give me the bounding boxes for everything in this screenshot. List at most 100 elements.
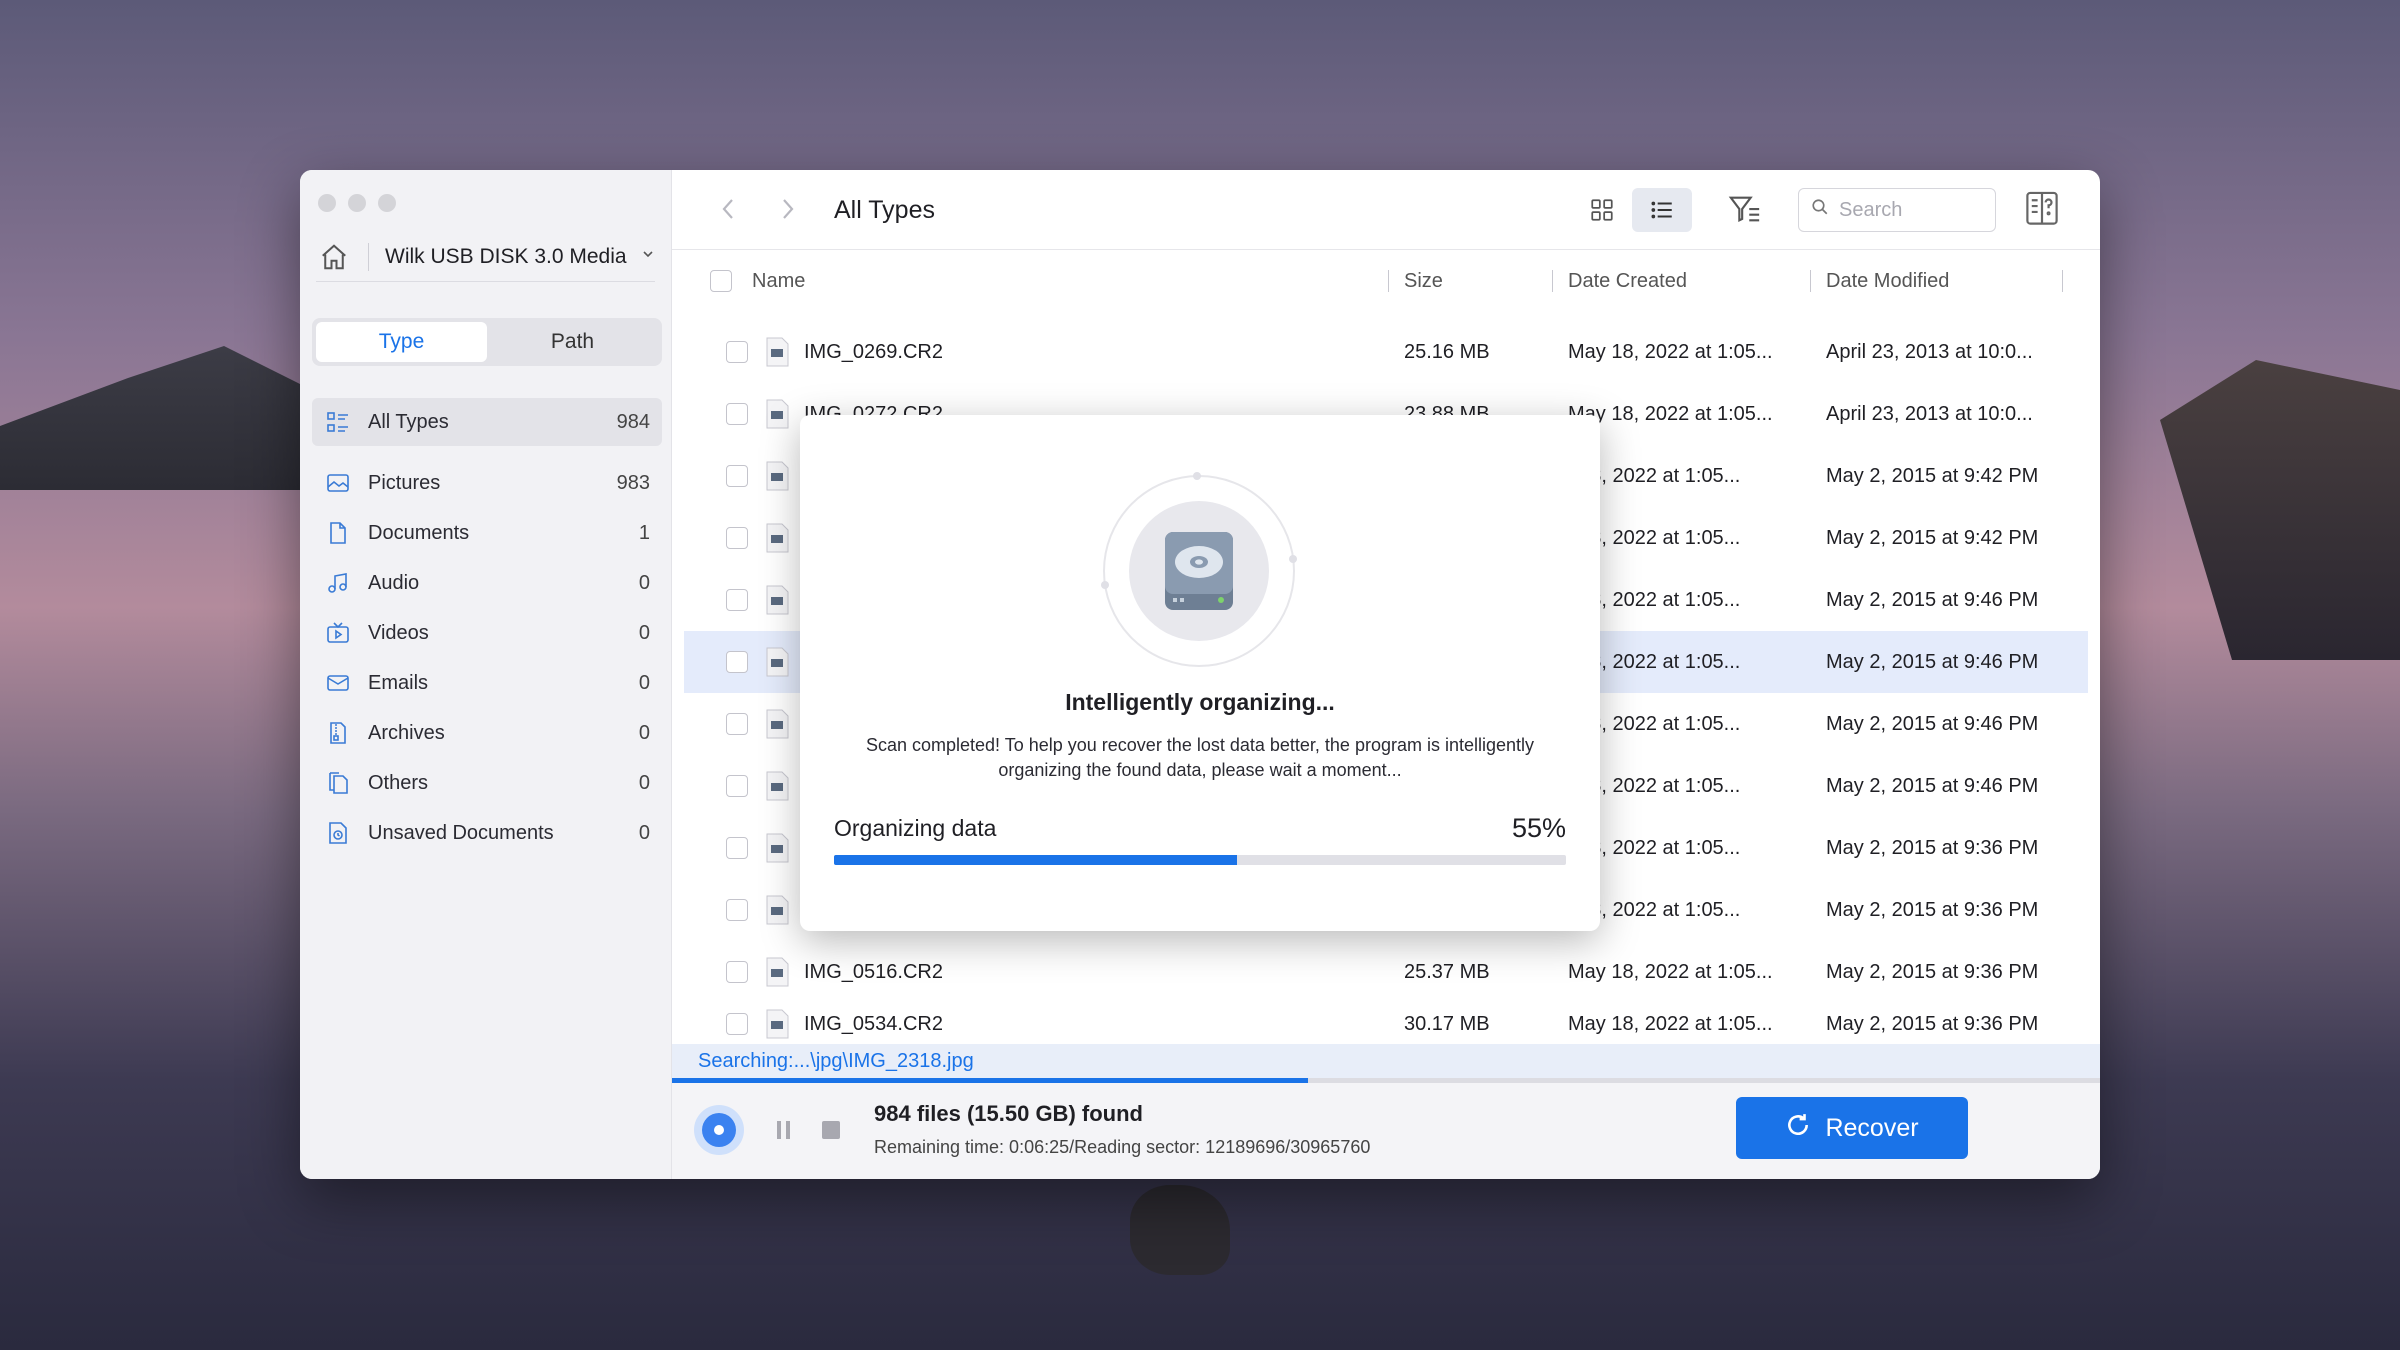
tab-type[interactable]: Type	[316, 322, 487, 362]
row-checkbox[interactable]	[726, 465, 748, 487]
type-list: All Types 984 Pictures 983 Documents 1 A…	[312, 398, 662, 858]
sidebar-item-count: 0	[638, 721, 650, 744]
column-divider[interactable]	[2062, 270, 2063, 292]
table-row[interactable]: IMG_0269.CR2 25.16 MB May 18, 2022 at 1:…	[684, 321, 2088, 383]
ring-dot	[1289, 555, 1297, 563]
row-checkbox[interactable]	[726, 651, 748, 673]
divider	[368, 242, 369, 271]
page-title: All Types	[834, 196, 935, 224]
close-window-button[interactable]	[318, 194, 336, 212]
footer-bar: 984 files (15.50 GB) found Remaining tim…	[672, 1083, 2100, 1179]
sidebar-item-audio[interactable]: Audio 0	[312, 558, 662, 608]
sidebar-item-label: Audio	[368, 571, 420, 594]
file-date-created: May 18, 2022 at 1:05...	[1568, 960, 1773, 983]
file-date-modified: May 2, 2015 at 9:46 PM	[1826, 712, 2039, 735]
raw-image-file-icon	[764, 1009, 790, 1039]
raw-image-file-icon	[764, 399, 790, 429]
search-icon	[1811, 198, 1829, 222]
minimize-window-button[interactable]	[348, 194, 366, 212]
sidebar-item-count: 1	[638, 521, 650, 544]
sidebar-item-unsaved-documents[interactable]: Unsaved Documents 0	[312, 808, 662, 858]
raw-image-file-icon	[764, 709, 790, 739]
column-divider[interactable]	[1810, 270, 1811, 292]
file-date-modified: May 2, 2015 at 9:36 PM	[1826, 836, 2039, 859]
raw-image-file-icon	[764, 585, 790, 615]
help-book-icon[interactable]	[2024, 190, 2060, 233]
sidebar-item-label: Archives	[368, 721, 445, 744]
sidebar-item-archives[interactable]: Archives 0	[312, 708, 662, 758]
column-header-date-modified[interactable]: Date Modified	[1826, 270, 1949, 293]
progress-ring	[1101, 472, 1297, 667]
select-all-checkbox[interactable]	[710, 270, 732, 292]
row-checkbox[interactable]	[726, 341, 748, 363]
table-row[interactable]: IMG_0516.CR2 25.37 MB May 18, 2022 at 1:…	[684, 941, 2088, 1003]
file-name: IMG_0516.CR2	[804, 960, 943, 983]
grid-view-button[interactable]	[1572, 188, 1632, 232]
sidebar-item-count: 0	[638, 621, 650, 644]
sidebar-item-count: 0	[638, 671, 650, 694]
file-date-modified: May 2, 2015 at 9:42 PM	[1826, 526, 2039, 549]
table-header: Name Size Date Created Date Modified	[672, 250, 2100, 312]
wallpaper-rock	[1130, 1185, 1230, 1275]
filter-icon[interactable]	[1728, 192, 1762, 231]
device-selector[interactable]: Wilk USB DISK 3.0 Media	[316, 232, 655, 282]
sidebar-item-count: 984	[616, 410, 650, 433]
file-name: IMG_0534.CR2	[804, 1013, 943, 1035]
tab-path[interactable]: Path	[487, 322, 658, 362]
recover-label: Recover	[1825, 1113, 1919, 1142]
sidebar-item-documents[interactable]: Documents 1	[312, 508, 662, 558]
column-header-size[interactable]: Size	[1404, 270, 1443, 293]
raw-image-file-icon	[764, 771, 790, 801]
sidebar-item-videos[interactable]: Videos 0	[312, 608, 662, 658]
row-checkbox[interactable]	[726, 403, 748, 425]
sidebar-item-label: Others	[368, 771, 429, 794]
row-checkbox[interactable]	[726, 1013, 748, 1035]
window-controls	[318, 194, 396, 212]
video-icon	[324, 619, 352, 647]
others-icon	[324, 769, 352, 797]
raw-image-file-icon	[764, 523, 790, 553]
sidebar-item-emails[interactable]: Emails 0	[312, 658, 662, 708]
recover-button[interactable]: Recover	[1736, 1097, 1968, 1159]
sidebar-item-others[interactable]: Others 0	[312, 758, 662, 808]
file-date-modified: May 2, 2015 at 9:42 PM	[1826, 464, 2039, 487]
zoom-window-button[interactable]	[378, 194, 396, 212]
column-divider[interactable]	[1388, 270, 1389, 292]
forward-arrow-icon[interactable]	[778, 194, 798, 232]
chevron-down-icon[interactable]	[641, 247, 655, 266]
search-placeholder: Search	[1839, 198, 1903, 221]
file-date-modified: May 2, 2015 at 9:46 PM	[1826, 650, 2039, 673]
music-note-icon	[324, 569, 352, 597]
row-checkbox[interactable]	[726, 837, 748, 859]
hard-drive-icon	[1129, 501, 1269, 641]
row-checkbox[interactable]	[726, 775, 748, 797]
home-icon[interactable]	[316, 239, 352, 275]
sidebar-item-count: 983	[616, 471, 650, 494]
row-checkbox[interactable]	[726, 589, 748, 611]
archive-icon	[324, 719, 352, 747]
search-input[interactable]: Search	[1798, 188, 1996, 232]
list-view-button[interactable]	[1632, 188, 1692, 232]
table-row[interactable]: IMG_0534.CR2 30.17 MB May 18, 2022 at 1:…	[684, 1003, 2088, 1044]
raw-image-file-icon	[764, 647, 790, 677]
disc-icon	[702, 1113, 736, 1147]
row-checkbox[interactable]	[726, 961, 748, 983]
column-divider[interactable]	[1552, 270, 1553, 292]
scan-status-button[interactable]	[694, 1105, 744, 1155]
back-arrow-icon[interactable]	[718, 194, 738, 232]
progress-percent: 55%	[1511, 813, 1566, 843]
searching-path: Searching:...\jpg\IMG_2318.jpg	[672, 1044, 2100, 1078]
stop-icon[interactable]	[822, 1121, 840, 1139]
column-header-date-created[interactable]: Date Created	[1568, 270, 1687, 293]
sidebar-item-all-types[interactable]: All Types 984	[312, 398, 662, 446]
ring-dot	[1193, 472, 1201, 480]
row-checkbox[interactable]	[726, 527, 748, 549]
sidebar-item-label: Documents	[368, 521, 470, 544]
pause-icon[interactable]	[774, 1119, 794, 1146]
raw-image-file-icon	[764, 337, 790, 367]
row-checkbox[interactable]	[726, 713, 748, 735]
row-checkbox[interactable]	[726, 899, 748, 921]
file-name: IMG_0269.CR2	[804, 340, 943, 363]
column-header-name[interactable]: Name	[752, 270, 805, 293]
sidebar-item-pictures[interactable]: Pictures 983	[312, 458, 662, 508]
